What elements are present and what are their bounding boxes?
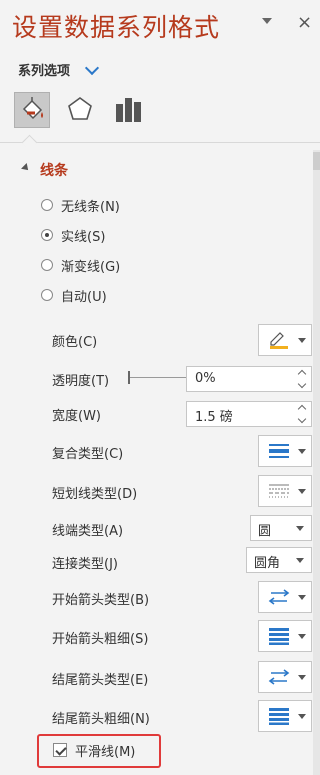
width-input[interactable]: 1.5 磅: [186, 401, 312, 427]
arrow-size-icon: [269, 628, 289, 645]
begin-arrow-size-button[interactable]: [258, 620, 312, 652]
dropdown-arrow-icon: [298, 338, 306, 343]
join-type-select[interactable]: 圆角: [246, 547, 312, 573]
begin-arrow-type-button[interactable]: [258, 581, 312, 613]
pane-options-chevron-icon[interactable]: [262, 18, 272, 24]
pencil-color-icon: [270, 332, 288, 349]
radio-label: 自动(U): [61, 289, 107, 305]
arrow-size-icon: [269, 708, 289, 725]
arrow-type-icon: [268, 589, 290, 605]
spin-up-icon[interactable]: [297, 369, 307, 379]
dropdown-arrow-icon: [298, 714, 306, 719]
radio-label: 无线条(N): [61, 199, 120, 215]
radio-button[interactable]: [41, 289, 53, 301]
transparency-label: 透明度(T): [52, 374, 110, 389]
divider: [0, 142, 320, 143]
close-pane-button[interactable]: ×: [297, 12, 312, 33]
transparency-input[interactable]: 0%: [186, 366, 312, 392]
cap-type-value: 圆: [258, 524, 272, 539]
radio-gradient-line[interactable]: 渐变线(G): [41, 255, 120, 275]
scrollbar-thumb[interactable]: [313, 152, 320, 170]
join-type-value: 圆角: [254, 556, 281, 571]
smoothed-line-label[interactable]: 平滑线(M): [75, 741, 135, 760]
end-arrow-type-button[interactable]: [258, 661, 312, 693]
width-label: 宽度(W): [52, 409, 101, 424]
spin-down-icon[interactable]: [297, 379, 307, 389]
dash-type-button[interactable]: [258, 475, 312, 507]
begin-arrow-size-label: 开始箭头粗细(S): [52, 632, 149, 647]
radio-button[interactable]: [41, 229, 53, 241]
radio-no-line[interactable]: 无线条(N): [41, 195, 120, 215]
arrow-type-icon: [268, 669, 290, 685]
radio-automatic-line[interactable]: 自动(U): [41, 285, 107, 305]
transparency-value: 0%: [195, 371, 216, 386]
radio-solid-line[interactable]: 实线(S): [41, 225, 105, 245]
pentagon-icon: [68, 97, 92, 120]
end-arrow-type-label: 结尾箭头类型(E): [52, 673, 149, 688]
series-options-dropdown[interactable]: 系列选项: [18, 60, 70, 79]
join-type-label: 连接类型(J): [52, 557, 118, 572]
cap-type-select[interactable]: 圆: [250, 515, 312, 541]
fill-line-tab[interactable]: [14, 92, 50, 128]
dropdown-arrow-icon: [298, 489, 306, 494]
dropdown-arrow-icon: [298, 595, 306, 600]
radio-button[interactable]: [41, 199, 53, 211]
compound-type-button[interactable]: [258, 435, 312, 467]
transparency-slider-handle[interactable]: [128, 371, 130, 384]
dropdown-arrow-icon: [296, 558, 304, 563]
color-label: 颜色(C): [52, 335, 98, 350]
dash-lines-icon: [269, 484, 289, 498]
compound-lines-icon: [269, 444, 289, 458]
spin-down-icon[interactable]: [297, 414, 307, 424]
color-picker-button[interactable]: [258, 324, 312, 356]
chevron-down-icon[interactable]: [84, 60, 100, 76]
spin-up-icon[interactable]: [297, 404, 307, 414]
line-section-header[interactable]: 线条: [40, 160, 68, 180]
end-arrow-size-label: 结尾箭头粗细(N): [52, 712, 150, 727]
end-arrow-size-button[interactable]: [258, 700, 312, 732]
collapse-triangle-icon[interactable]: [21, 163, 31, 173]
dropdown-arrow-icon: [298, 449, 306, 454]
pane-title: 设置数据系列格式: [12, 13, 221, 42]
bar-chart-icon: [116, 98, 141, 122]
tab-pointer: [21, 134, 38, 151]
dash-type-label: 短划线类型(D): [52, 487, 138, 502]
series-options-tab[interactable]: [110, 92, 146, 128]
dropdown-arrow-icon: [298, 634, 306, 639]
compound-type-label: 复合类型(C): [52, 447, 124, 462]
radio-button[interactable]: [41, 259, 53, 271]
paint-bucket-icon: [22, 97, 43, 120]
smoothed-line-checkbox[interactable]: [53, 743, 67, 757]
scrollbar[interactable]: [313, 150, 320, 775]
radio-label: 渐变线(G): [61, 259, 121, 275]
begin-arrow-type-label: 开始箭头类型(B): [52, 593, 150, 608]
radio-label: 实线(S): [61, 229, 106, 245]
dropdown-arrow-icon: [296, 526, 304, 531]
width-value: 1.5 磅: [195, 410, 233, 425]
effects-tab[interactable]: [62, 92, 98, 128]
dropdown-arrow-icon: [298, 675, 306, 680]
transparency-slider-track[interactable]: [130, 377, 186, 378]
cap-type-label: 线端类型(A): [52, 524, 124, 539]
